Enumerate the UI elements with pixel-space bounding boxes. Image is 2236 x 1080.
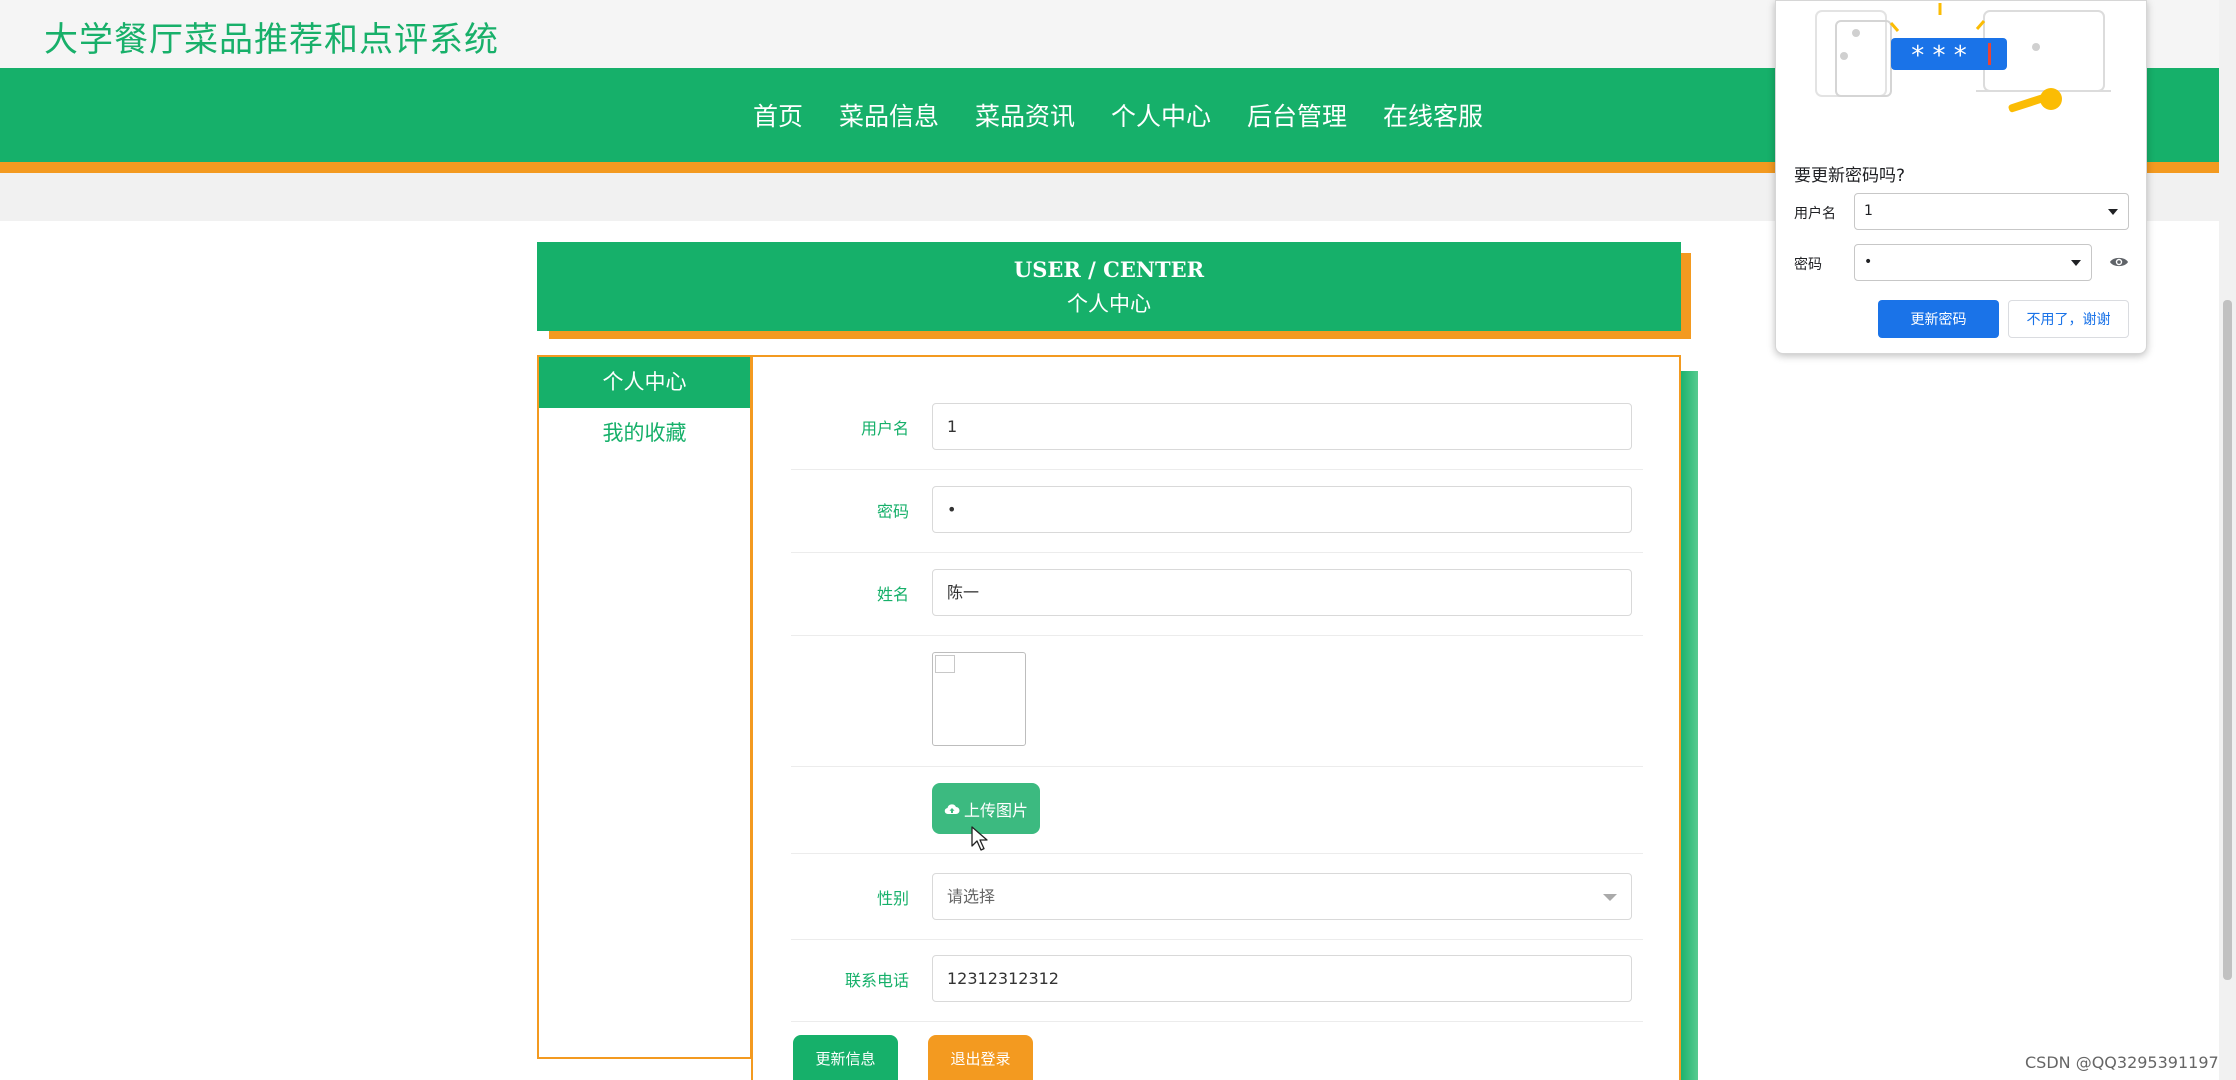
username-label: 用户名 [860,419,909,438]
upload-button-label: 上传图片 [963,800,1028,820]
nav-item-support[interactable]: 在线客服 [1365,97,1501,133]
sidebar: 个人中心 我的收藏 [537,355,752,1059]
password-label: 密码 [876,502,909,521]
sidebar-item-favorites[interactable]: 我的收藏 [539,408,750,459]
name-input[interactable]: 陈一 [932,569,1632,616]
username-input[interactable]: 1 [932,403,1632,450]
form-row-upload: 上传图片 [791,783,1643,854]
nav-item-dishes[interactable]: 菜品信息 [821,97,957,133]
nav-item-home[interactable]: 首页 [735,97,821,133]
nav-item-admin[interactable]: 后台管理 [1229,97,1365,133]
sidebar-item-user-center[interactable]: 个人中心 [539,357,750,408]
site-title[interactable]: 大学餐厅菜品推荐和点评系统 [44,12,499,61]
form-row-username: 用户名 1 [791,403,1643,470]
logout-button[interactable]: 退出登录 [928,1035,1033,1080]
popup-password-label: 密码 [1794,257,1822,273]
chevron-down-icon [2108,209,2118,215]
avatar-image [932,652,1026,746]
profile-form-panel: 用户名 1 密码 • 姓名 陈一 上传图片 性别 请选择 联系电话 123123… [751,355,1681,1080]
phone-label: 联系电话 [844,971,909,990]
chevron-down-icon [1603,894,1617,901]
update-password-button[interactable]: 更新密码 [1878,300,1999,338]
scrollbar-thumb[interactable] [2223,300,2232,980]
popup-title: 要更新密码吗? [1794,166,1906,186]
nav-item-news[interactable]: 菜品资讯 [957,97,1093,133]
watermark: CSDN @QQ3295391197 [2025,1053,2219,1072]
phone-input[interactable]: 12312312312 [932,955,1632,1002]
popup-password-select[interactable]: • [1854,244,2092,281]
section-banner: USER / CENTER 个人中心 [537,242,1681,331]
cloud-upload-icon [944,803,960,815]
password-input[interactable]: • [932,486,1632,533]
form-row-phone: 联系电话 12312312312 [791,955,1643,1022]
panel-shadow [1679,371,1698,1080]
form-row-avatar [791,652,1643,767]
password-update-popup: * * * 要更新密码吗? 用户名 1 密码 • 更新密码 不用了，谢谢 [1775,0,2147,354]
gender-select[interactable]: 请选择 [932,873,1632,920]
form-row-name: 姓名 陈一 [791,569,1643,636]
banner-title-zh: 个人中心 [1067,292,1151,316]
nav-item-user-center[interactable]: 个人中心 [1093,97,1229,133]
popup-username-value: 1 [1864,203,1873,219]
form-row-password: 密码 • [791,486,1643,553]
name-label: 姓名 [876,585,909,604]
gender-select-value: 请选择 [947,887,996,906]
illustration-stars: * * * [1911,41,1967,71]
update-info-button[interactable]: 更新信息 [793,1035,898,1080]
mouse-cursor-icon [971,826,988,851]
chevron-down-icon [2071,260,2081,266]
popup-password-value: • [1864,254,1873,270]
gender-label: 性别 [876,889,909,908]
page-scrollbar[interactable] [2219,0,2236,1080]
no-thanks-button[interactable]: 不用了，谢谢 [2008,300,2129,338]
password-illustration-icon: * * * [1815,3,2111,113]
broken-image-icon [935,655,955,673]
form-row-gender: 性别 请选择 [791,873,1643,940]
eye-icon[interactable] [2109,255,2129,269]
banner-title-en: USER / CENTER [1013,257,1205,282]
popup-username-select[interactable]: 1 [1854,193,2129,230]
popup-username-label: 用户名 [1794,206,1836,222]
